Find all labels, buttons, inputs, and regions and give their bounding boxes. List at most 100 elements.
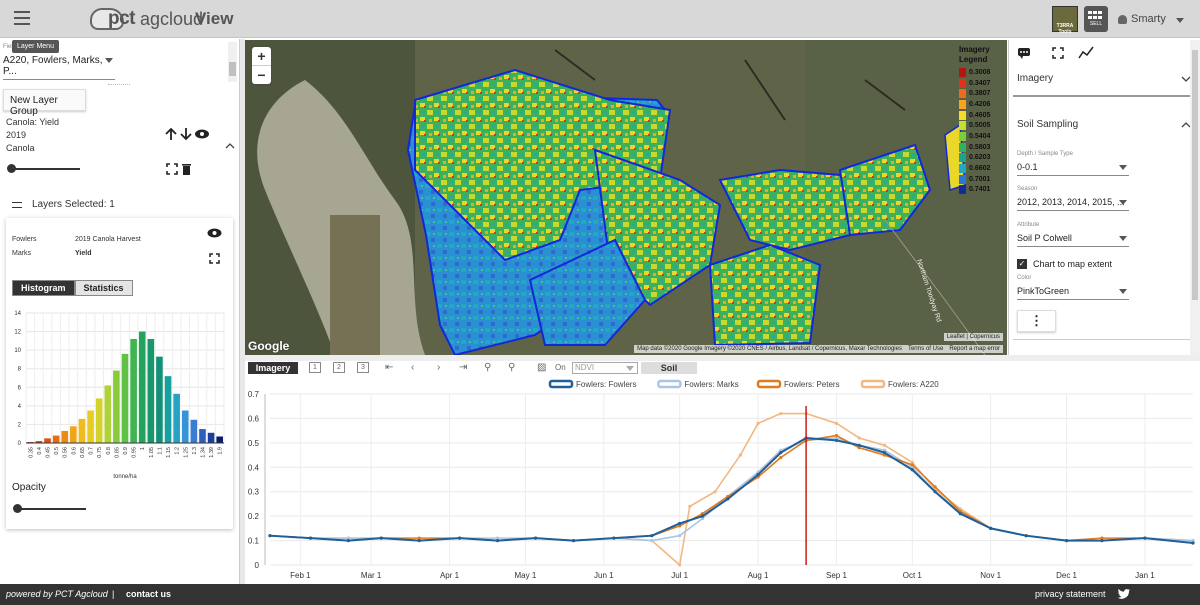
layout-2-button[interactable]: 2 xyxy=(333,362,345,373)
first-page-icon[interactable]: ⇤ xyxy=(385,362,393,373)
new-layer-group-button[interactable]: New Layer Group xyxy=(3,89,86,117)
layout-1-button[interactable]: 1 xyxy=(309,362,321,373)
hist-x-tick: 1.34 xyxy=(200,447,206,458)
hist-bar xyxy=(199,429,206,443)
comment-icon[interactable] xyxy=(1018,48,1030,59)
footer-separator: | xyxy=(112,589,115,599)
contact-us-link[interactable]: contact us xyxy=(126,589,171,599)
hamburger-menu-icon[interactable] xyxy=(14,11,30,25)
leaflet-attribution[interactable]: Leaflet | Copernicus xyxy=(943,333,1003,341)
legend-item: 0.4605 xyxy=(959,110,999,121)
terms-link[interactable]: Terms of Use xyxy=(908,346,943,352)
hist-x-tick: 0.5 xyxy=(54,447,60,455)
season-select[interactable]: Season 2012, 2013, 2014, 2015, ... xyxy=(1017,186,1129,211)
footer: powered by PCT Agcloud | contact us priv… xyxy=(0,584,1200,605)
color-select[interactable]: Color PinkToGreen xyxy=(1017,275,1129,300)
user-menu[interactable]: Smarty xyxy=(1118,13,1184,25)
chart-y-tick: 0.1 xyxy=(248,537,260,546)
soil-sampling-title: Soil Sampling xyxy=(1017,119,1079,130)
zoom-out-button[interactable]: − xyxy=(252,66,271,84)
index-select[interactable]: NDVI xyxy=(572,362,638,374)
map-view[interactable]: Northam Toodyay Rd + − Imagery Legend 0.… xyxy=(245,40,1007,355)
series-point xyxy=(958,512,962,516)
field-select[interactable]: Field A220, Fowlers, Marks, P... xyxy=(3,44,115,80)
right-panel-scrollbar[interactable] xyxy=(1190,40,1200,355)
eye-icon[interactable] xyxy=(195,129,209,139)
chart-extent-label: Chart to map extent xyxy=(1033,259,1113,269)
arrow-down-icon[interactable] xyxy=(180,128,192,141)
apps-grid-button[interactable]: SELL xyxy=(1084,6,1108,32)
hist-bar xyxy=(87,410,94,443)
chart-x-tick: Apr 1 xyxy=(440,571,460,580)
chart-legend-item[interactable]: Fowlers: Fowlers xyxy=(548,379,636,389)
hist-x-tick: 0.75 xyxy=(97,447,103,458)
zoom-in-button[interactable]: + xyxy=(252,47,271,66)
legend-swatch xyxy=(959,174,966,184)
hist-bar xyxy=(138,331,146,443)
hist-bar xyxy=(130,339,137,443)
next-icon[interactable]: › xyxy=(437,362,440,373)
resize-handle[interactable] xyxy=(108,84,130,85)
tab-imagery[interactable]: Imagery xyxy=(248,362,298,374)
fullscreen-icon[interactable] xyxy=(1052,47,1064,59)
attribute-select[interactable]: Attribute Soil P Colwell xyxy=(1017,222,1129,247)
series-point xyxy=(458,536,462,540)
privacy-statement-link[interactable]: privacy statement xyxy=(1035,589,1106,599)
chart-legend-item[interactable]: Fowlers: Marks xyxy=(657,379,739,389)
series-point xyxy=(533,536,538,540)
imagery-section[interactable]: Imagery xyxy=(1017,73,1191,84)
previous-icon[interactable]: ‹ xyxy=(411,362,414,373)
more-options-button[interactable]: ⋮ xyxy=(1017,310,1056,332)
google-logo: Google xyxy=(248,339,290,353)
depth-select[interactable]: Depth / Sample Type 0-0.1 xyxy=(1017,151,1129,176)
hist-x-tick: 1.2 xyxy=(175,447,181,455)
series-point xyxy=(834,438,839,443)
chart-legend-item[interactable]: Fowlers: A220 xyxy=(860,379,939,389)
trend-line-icon[interactable] xyxy=(1078,46,1094,59)
fullscreen-icon[interactable] xyxy=(166,163,178,175)
series-point xyxy=(1191,541,1195,545)
zoom-in-icon[interactable]: ⚲ xyxy=(484,362,491,373)
series-point xyxy=(857,443,861,447)
report-link[interactable]: Report a map error xyxy=(949,346,1000,352)
chart-legend-item[interactable]: Fowlers: Peters xyxy=(756,379,840,389)
last-page-icon[interactable]: ⇥ xyxy=(459,362,467,373)
user-avatar-icon xyxy=(1118,14,1127,24)
season-label: Season xyxy=(1017,186,1038,192)
legend-swatch xyxy=(959,153,966,163)
map-data-text: Map data ©2020 Google Imagery ©2020 CNES… xyxy=(637,346,902,352)
hist-bar xyxy=(61,430,69,443)
chart-x-tick: May 1 xyxy=(515,571,537,580)
hist-bar xyxy=(147,339,155,443)
trash-icon[interactable] xyxy=(182,164,191,175)
series-point xyxy=(933,485,937,489)
image-icon[interactable]: ▨ xyxy=(537,362,546,373)
fullscreen-icon[interactable] xyxy=(209,253,220,264)
chart-extent-checkbox[interactable]: ✓ Chart to map extent xyxy=(1017,259,1112,269)
chevron-down-icon xyxy=(1119,236,1127,241)
sidebar-scrollbar[interactable] xyxy=(228,42,237,82)
hist-y-tick: 2 xyxy=(18,422,22,428)
layer-actions xyxy=(165,127,209,141)
hist-bar xyxy=(164,376,172,443)
twitter-icon[interactable] xyxy=(1117,588,1131,600)
terra-tools-button[interactable]: T3RRA Tools xyxy=(1052,6,1078,35)
series-point xyxy=(989,526,993,530)
tab-soil[interactable]: Soil xyxy=(641,362,697,374)
series-point xyxy=(268,534,272,538)
chevron-up-icon[interactable] xyxy=(225,142,235,150)
opacity-slider[interactable] xyxy=(13,504,86,513)
app-header: pct agcloud View T3RRA Tools SELL Smarty xyxy=(0,0,1200,38)
imagery-section-title: Imagery xyxy=(1017,73,1054,84)
legend-item: 0.3807 xyxy=(959,88,999,99)
legend-swatch xyxy=(959,185,966,195)
arrow-up-icon[interactable] xyxy=(165,127,177,140)
zoom-out-icon[interactable]: ⚲ xyxy=(508,362,515,373)
eye-icon[interactable] xyxy=(207,228,222,238)
layers-selected[interactable]: Layers Selected: 1 xyxy=(12,199,115,210)
layer-menu-tooltip: Layer Menu xyxy=(12,40,59,53)
layout-3-button[interactable]: 3 xyxy=(357,362,369,373)
legend-value: 0.3807 xyxy=(969,90,991,98)
layer-slider[interactable] xyxy=(7,164,80,173)
soil-sampling-section[interactable]: Soil Sampling xyxy=(1017,119,1191,130)
